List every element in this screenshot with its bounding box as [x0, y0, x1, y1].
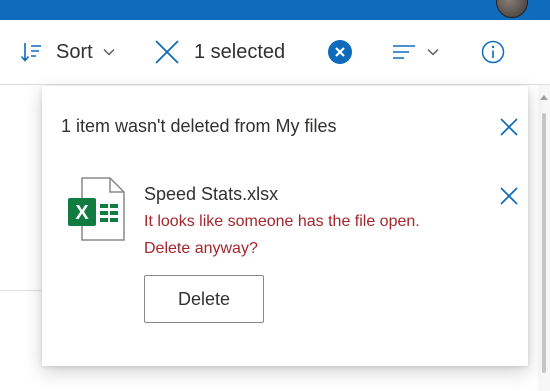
delete-button[interactable]: Delete	[144, 275, 264, 323]
sort-label: Sort	[56, 40, 93, 63]
sort-icon	[20, 43, 41, 62]
scroll-up-arrow-icon[interactable]	[540, 95, 548, 100]
delete-error-dialog: 1 item wasn't deleted from My files X Sp…	[42, 86, 528, 366]
top-header-bar	[0, 0, 550, 20]
excel-file-icon: X	[68, 177, 125, 241]
lines-icon	[393, 45, 415, 59]
clear-selection-button[interactable]	[327, 20, 353, 84]
scrollbar-thumb[interactable]	[542, 113, 546, 373]
dialog-title: 1 item wasn't deleted from My files	[61, 116, 337, 136]
clear-circle-icon	[328, 40, 352, 64]
command-bar: Sort 1 selected	[0, 20, 550, 85]
close-icon[interactable]	[154, 39, 180, 65]
scrollbar[interactable]	[538, 85, 550, 391]
chevron-down-icon	[103, 48, 115, 56]
close-icon[interactable]	[498, 116, 520, 138]
file-name: Speed Stats.xlsx	[144, 184, 279, 204]
selection-count-label: 1 selected	[194, 40, 286, 63]
excel-icon-letter: X	[75, 202, 89, 224]
sort-button[interactable]: Sort	[20, 20, 115, 84]
view-options-button[interactable]	[393, 20, 439, 84]
info-icon	[481, 40, 505, 64]
selection-indicator[interactable]: 1 selected	[154, 20, 285, 84]
chevron-down-icon	[427, 48, 439, 56]
error-message: It looks like someone has the file open.	[144, 213, 420, 230]
confirm-question: Delete anyway?	[144, 240, 258, 257]
close-icon[interactable]	[498, 185, 520, 207]
info-button[interactable]	[481, 20, 505, 84]
user-avatar[interactable]	[496, 0, 528, 18]
